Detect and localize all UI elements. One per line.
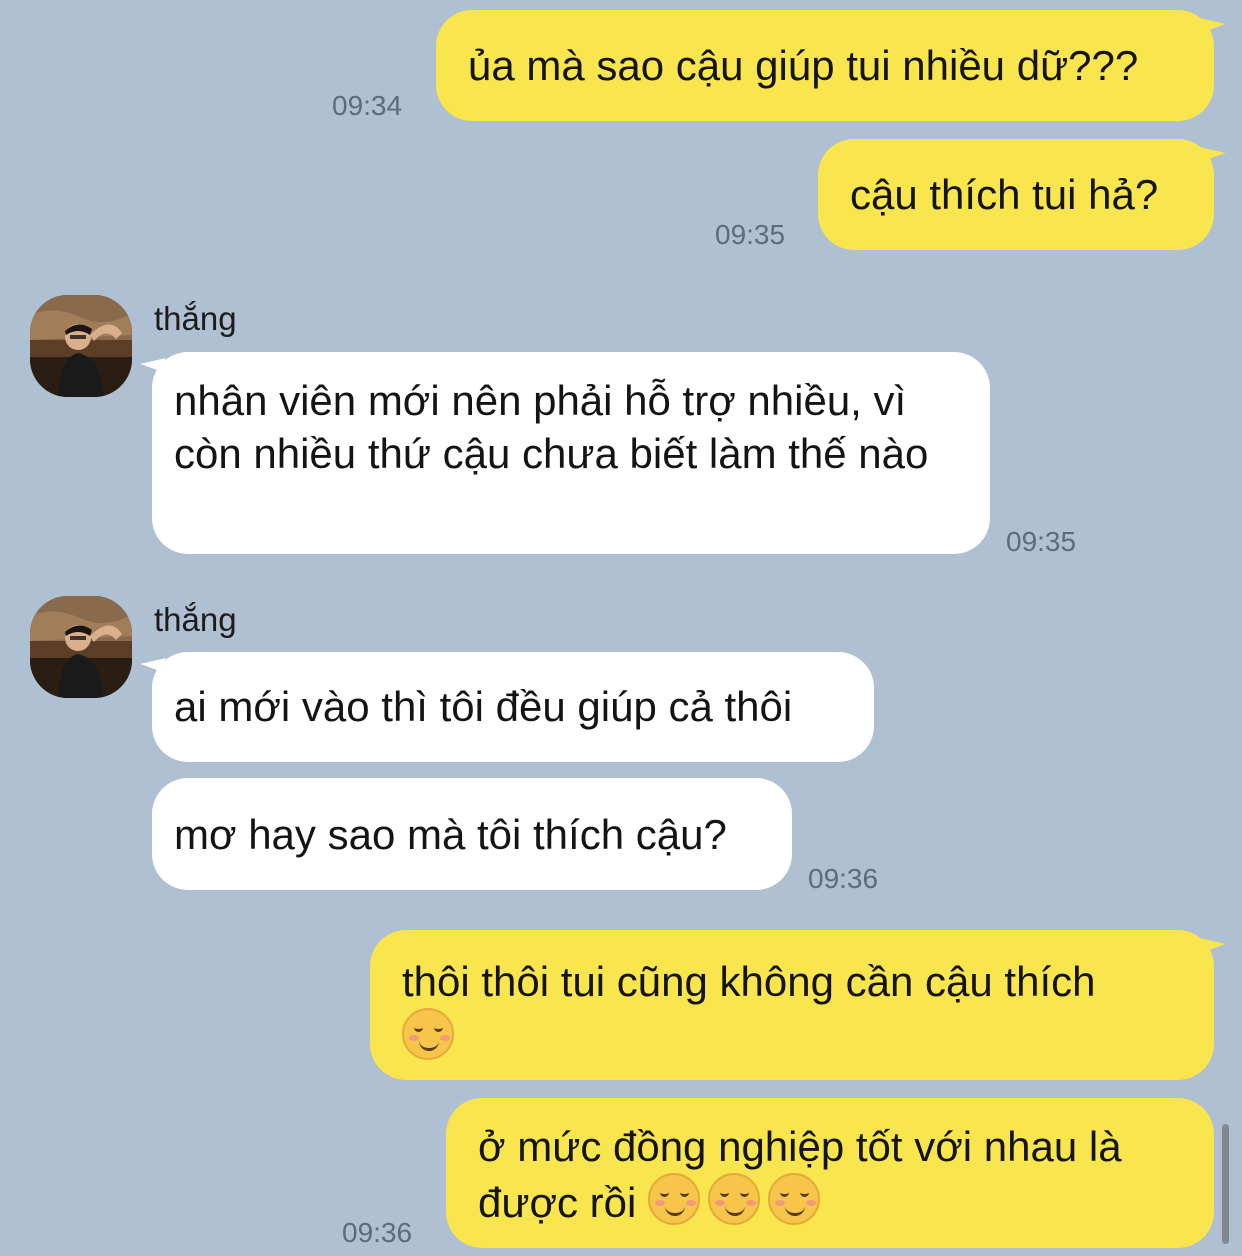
my-message-bubble[interactable]: thôi thôi tui cũng không cần cậu thích bbox=[370, 930, 1214, 1080]
sender-name: thắng bbox=[154, 601, 237, 638]
scrollbar[interactable] bbox=[1222, 1124, 1229, 1244]
message-text: ai mới vào thì tôi đều giúp cả thôi bbox=[174, 683, 793, 730]
relieved-face-emoji bbox=[708, 1173, 761, 1225]
message-time: 09:34 bbox=[332, 90, 403, 121]
message-time: 09:36 bbox=[808, 863, 879, 894]
message-text: nhân viên mới nên phải hỗ trợ nhiều, vì … bbox=[174, 377, 929, 477]
relieved-face-emoji bbox=[768, 1173, 821, 1225]
my-message-bubble[interactable]: ủa mà sao cậu giúp tui nhiều dữ??? bbox=[436, 10, 1214, 121]
message-time: 09:35 bbox=[715, 219, 786, 250]
message-text: mơ hay sao mà tôi thích cậu? bbox=[174, 811, 727, 858]
contact-avatar[interactable] bbox=[30, 295, 132, 397]
message-text: cậu thích tui hả? bbox=[850, 171, 1159, 218]
message-text-content: thôi thôi tui cũng không cần cậu thích bbox=[402, 958, 1096, 1005]
my-message-bubble[interactable]: cậu thích tui hả? bbox=[818, 139, 1214, 250]
message-time: 09:35 bbox=[1006, 526, 1077, 557]
avatar-photo bbox=[30, 596, 132, 698]
message-text: thôi thôi tui cũng không cần cậu thích bbox=[402, 955, 1192, 1064]
message-text: ở mức đồng nghiệp tốt với nhau là được r… bbox=[478, 1120, 1198, 1229]
relieved-face-emoji bbox=[402, 1008, 454, 1060]
contact-avatar[interactable] bbox=[30, 596, 132, 698]
my-message-bubble[interactable]: ở mức đồng nghiệp tốt với nhau là được r… bbox=[446, 1098, 1214, 1248]
message-time: 09:36 bbox=[342, 1217, 413, 1248]
sender-name: thắng bbox=[154, 300, 237, 337]
avatar-photo bbox=[30, 295, 132, 397]
message-text: ủa mà sao cậu giúp tui nhiều dữ??? bbox=[468, 42, 1139, 89]
their-message-bubble[interactable]: mơ hay sao mà tôi thích cậu? bbox=[152, 778, 792, 890]
their-message-bubble[interactable]: nhân viên mới nên phải hỗ trợ nhiều, vì … bbox=[152, 352, 990, 554]
relieved-face-emoji bbox=[648, 1173, 701, 1225]
their-message-bubble[interactable]: ai mới vào thì tôi đều giúp cả thôi bbox=[152, 652, 874, 762]
